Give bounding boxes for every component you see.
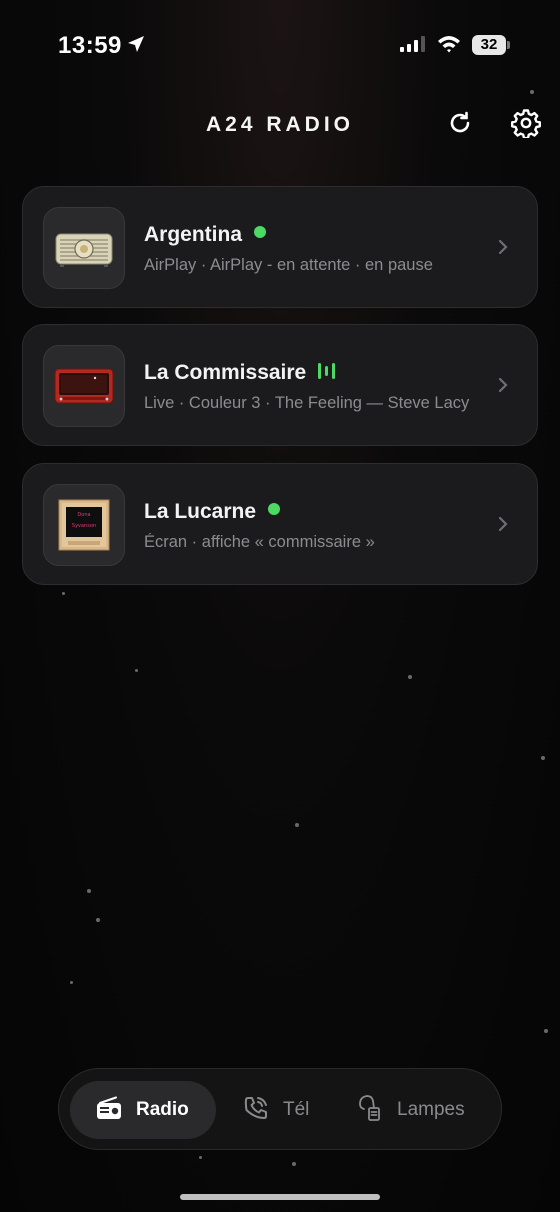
status-bar: 13:59 32	[0, 0, 560, 90]
chevron-right-icon	[497, 237, 509, 262]
device-thumbnail	[43, 345, 125, 427]
tab-tel[interactable]: Tél	[243, 1081, 309, 1139]
phone-icon	[243, 1095, 269, 1126]
location-arrow-icon	[126, 34, 146, 59]
refresh-button[interactable]	[444, 109, 476, 141]
battery-icon: 32	[472, 35, 510, 55]
background-star	[541, 756, 545, 760]
status-time: 13:59	[58, 32, 122, 59]
lamp-icon	[357, 1094, 383, 1127]
device-card-la-lucarne[interactable]: Dona Syvanson La Lucarne Écran · affiche…	[22, 463, 538, 585]
device-name: La Commissaire	[144, 361, 336, 385]
vintage-cream-radio-image	[55, 233, 113, 267]
status-dot-active	[268, 503, 281, 515]
wooden-screen-frame-image: Dona Syvanson	[58, 499, 110, 551]
tab-label: Tél	[283, 1099, 310, 1120]
device-card-la-commissaire[interactable]: La Commissaire Live · Couleur 3 · The Fe…	[22, 324, 538, 446]
background-star	[87, 889, 91, 893]
tab-lampes[interactable]: Lampes	[357, 1081, 465, 1139]
battery-level: 32	[472, 35, 506, 55]
background-star	[135, 669, 138, 672]
background-star	[96, 918, 100, 922]
chevron-right-icon	[497, 514, 509, 539]
background-star	[530, 90, 534, 94]
app-title: A24 RADIO	[205, 113, 355, 136]
chevron-right-icon	[497, 375, 509, 400]
cellular-signal-icon	[400, 36, 425, 52]
wifi-icon	[437, 34, 461, 59]
tab-radio[interactable]: Radio	[70, 1081, 216, 1139]
vintage-red-radio-image	[54, 368, 114, 404]
settings-button[interactable]	[510, 108, 542, 143]
status-dot-active	[254, 226, 267, 238]
device-card-argentina[interactable]: Argentina AirPlay · AirPlay - en attente…	[22, 186, 538, 308]
background-star	[295, 823, 299, 827]
device-name: Argentina	[144, 223, 267, 247]
svg-text:Dona: Dona	[77, 512, 90, 518]
equalizer-bars-icon	[318, 363, 336, 379]
gear-icon	[511, 108, 541, 143]
bottom-tab-bar: Radio Tél Lampes	[58, 1068, 502, 1150]
background-star	[408, 675, 412, 679]
background-star	[544, 1029, 548, 1033]
home-indicator	[180, 1194, 380, 1200]
device-status: AirPlay · AirPlay - en attente · en paus…	[144, 256, 433, 274]
device-status: Live · Couleur 3 · The Feeling — Steve L…	[144, 394, 470, 412]
tab-label: Lampes	[397, 1099, 465, 1120]
background-star	[70, 981, 73, 984]
svg-text:Syvanson: Syvanson	[72, 523, 96, 529]
tab-label: Radio	[136, 1099, 189, 1120]
background-star	[199, 1156, 202, 1159]
background-star	[62, 592, 65, 595]
device-status: Écran · affiche « commissaire »	[144, 533, 375, 551]
refresh-icon	[447, 110, 473, 141]
radio-icon	[96, 1096, 122, 1125]
device-thumbnail	[43, 207, 125, 289]
background-star	[292, 1162, 296, 1166]
device-thumbnail: Dona Syvanson	[43, 484, 125, 566]
device-name: La Lucarne	[144, 500, 281, 524]
